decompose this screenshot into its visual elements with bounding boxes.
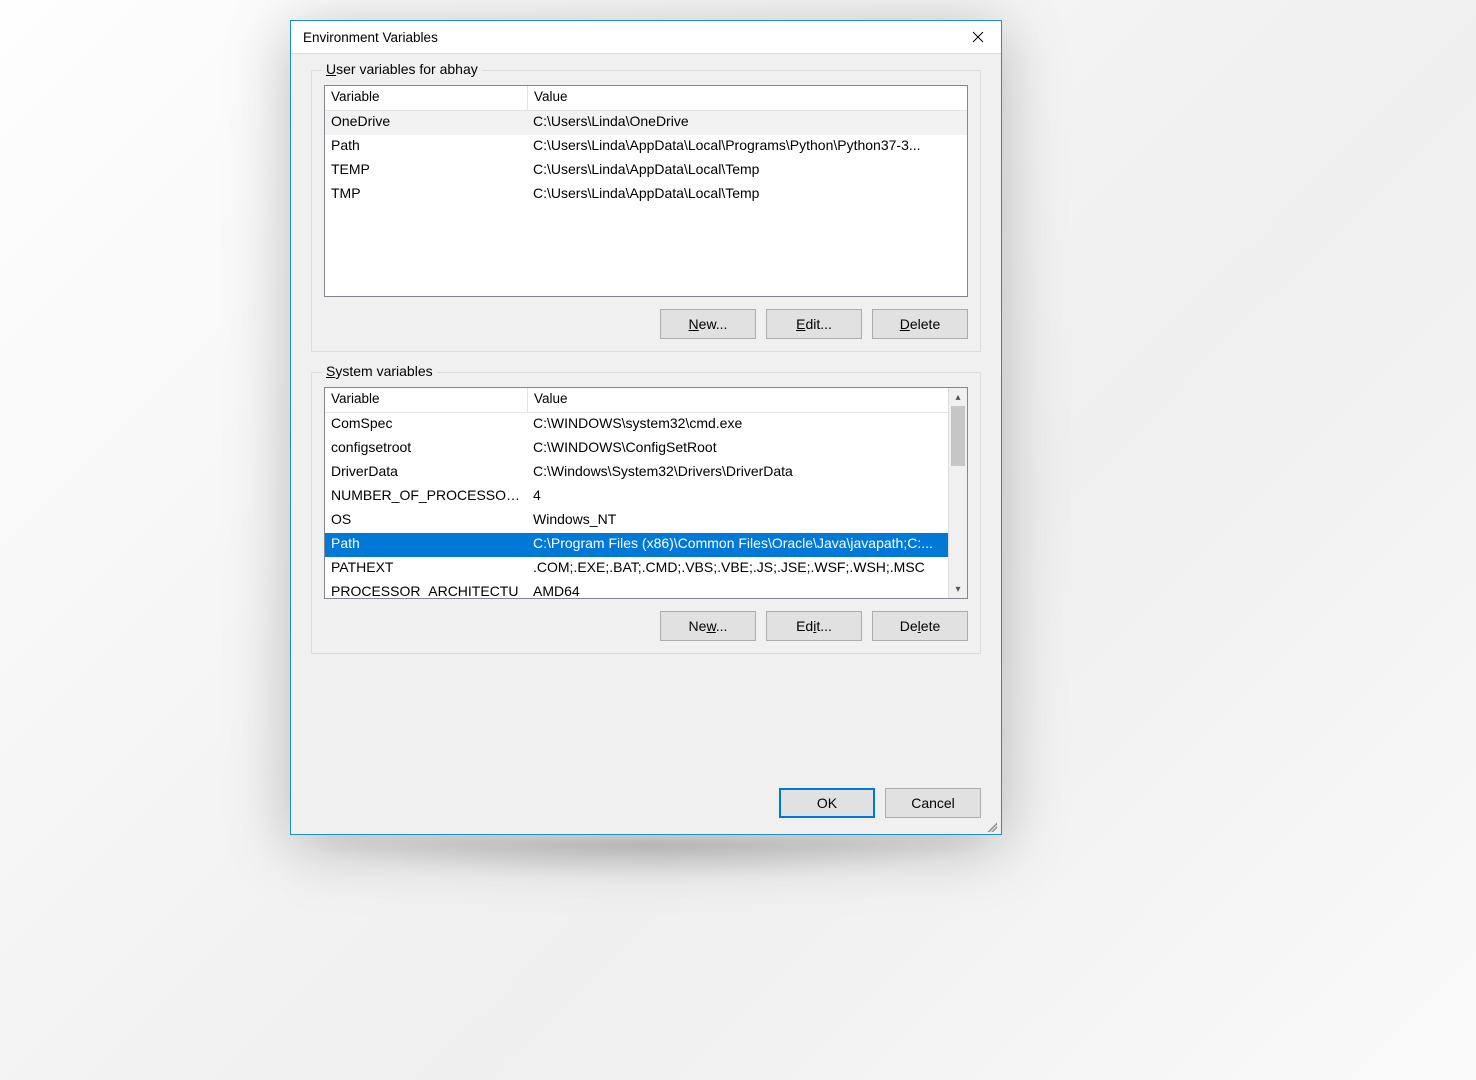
dialog-shadow xyxy=(290,840,1000,880)
cell-value: C:\Users\Linda\AppData\Local\Programs\Py… xyxy=(527,135,967,159)
table-row[interactable]: configsetrootC:\WINDOWS\ConfigSetRoot xyxy=(325,437,948,461)
cell-value: C:\Windows\System32\Drivers\DriverData xyxy=(527,461,948,485)
table-row[interactable]: PathC:\Program Files (x86)\Common Files\… xyxy=(325,533,948,557)
user-header-variable[interactable]: Variable xyxy=(325,86,528,110)
cell-variable: Path xyxy=(325,533,527,557)
scroll-up-icon[interactable]: ▴ xyxy=(949,388,967,406)
cell-value: C:\Users\Linda\OneDrive xyxy=(527,111,967,135)
dialog-title: Environment Variables xyxy=(303,30,955,45)
cell-variable: NUMBER_OF_PROCESSORS xyxy=(325,485,527,509)
user-list-header: Variable Value xyxy=(325,86,967,111)
cell-variable: configsetroot xyxy=(325,437,527,461)
cell-value: C:\Program Files (x86)\Common Files\Orac… xyxy=(527,533,948,557)
system-variables-label: System variables xyxy=(322,363,437,379)
cell-value: .COM;.EXE;.BAT;.CMD;.VBS;.VBE;.JS;.JSE;.… xyxy=(527,557,948,581)
titlebar[interactable]: Environment Variables xyxy=(291,21,1001,54)
dialog-footer: OK Cancel xyxy=(291,788,1001,834)
user-delete-button[interactable]: Delete xyxy=(872,309,968,339)
cell-variable: TEMP xyxy=(325,159,527,183)
table-row[interactable]: PathC:\Users\Linda\AppData\Local\Program… xyxy=(325,135,967,159)
cell-variable: OS xyxy=(325,509,527,533)
table-row[interactable]: NUMBER_OF_PROCESSORS4 xyxy=(325,485,948,509)
scroll-thumb[interactable] xyxy=(951,406,965,466)
cell-variable: Path xyxy=(325,135,527,159)
system-edit-button[interactable]: Edit... xyxy=(766,611,862,641)
cell-value: AMD64 xyxy=(527,581,948,598)
table-row[interactable]: TEMPC:\Users\Linda\AppData\Local\Temp xyxy=(325,159,967,183)
cell-variable: DriverData xyxy=(325,461,527,485)
environment-variables-dialog: Environment Variables User variables for… xyxy=(290,20,1002,835)
table-row[interactable]: OneDriveC:\Users\Linda\OneDrive xyxy=(325,111,967,135)
table-row[interactable]: ComSpecC:\WINDOWS\system32\cmd.exe xyxy=(325,413,948,437)
system-scrollbar[interactable]: ▴ ▾ xyxy=(948,388,967,598)
resize-grip-icon[interactable] xyxy=(985,820,997,832)
system-header-variable[interactable]: Variable xyxy=(325,388,528,412)
system-list-header: Variable Value xyxy=(325,388,948,413)
cell-variable: OneDrive xyxy=(325,111,527,135)
cell-variable: PATHEXT xyxy=(325,557,527,581)
table-row[interactable]: OSWindows_NT xyxy=(325,509,948,533)
scroll-track[interactable] xyxy=(949,406,967,580)
cell-value: C:\WINDOWS\ConfigSetRoot xyxy=(527,437,948,461)
user-new-button[interactable]: New... xyxy=(660,309,756,339)
user-variables-label: User variables for abhay xyxy=(322,61,482,77)
cell-variable: TMP xyxy=(325,183,527,207)
cell-value: Windows_NT xyxy=(527,509,948,533)
cell-value: 4 xyxy=(527,485,948,509)
cell-variable: ComSpec xyxy=(325,413,527,437)
cell-value: C:\Users\Linda\AppData\Local\Temp xyxy=(527,159,967,183)
user-variables-group: User variables for abhay Variable Value … xyxy=(311,70,981,352)
close-button[interactable] xyxy=(955,21,1001,53)
cell-variable: PROCESSOR_ARCHITECTU xyxy=(325,581,527,598)
system-header-value[interactable]: Value xyxy=(528,388,948,412)
table-row[interactable]: DriverDataC:\Windows\System32\Drivers\Dr… xyxy=(325,461,948,485)
cancel-button[interactable]: Cancel xyxy=(885,788,981,818)
user-edit-button[interactable]: Edit... xyxy=(766,309,862,339)
ok-button[interactable]: OK xyxy=(779,788,875,818)
table-row[interactable]: TMPC:\Users\Linda\AppData\Local\Temp xyxy=(325,183,967,207)
user-header-value[interactable]: Value xyxy=(528,86,967,110)
table-row[interactable]: PROCESSOR_ARCHITECTUAMD64 xyxy=(325,581,948,598)
system-variables-list[interactable]: Variable Value ComSpecC:\WINDOWS\system3… xyxy=(324,387,968,599)
user-variables-list[interactable]: Variable Value OneDriveC:\Users\Linda\On… xyxy=(324,85,968,297)
close-icon xyxy=(972,31,984,43)
system-delete-button[interactable]: Delete xyxy=(872,611,968,641)
cell-value: C:\WINDOWS\system32\cmd.exe xyxy=(527,413,948,437)
cell-value: C:\Users\Linda\AppData\Local\Temp xyxy=(527,183,967,207)
system-variables-group: System variables Variable Value ComSpecC… xyxy=(311,372,981,654)
table-row[interactable]: PATHEXT.COM;.EXE;.BAT;.CMD;.VBS;.VBE;.JS… xyxy=(325,557,948,581)
scroll-down-icon[interactable]: ▾ xyxy=(949,580,967,598)
system-new-button[interactable]: New... xyxy=(660,611,756,641)
